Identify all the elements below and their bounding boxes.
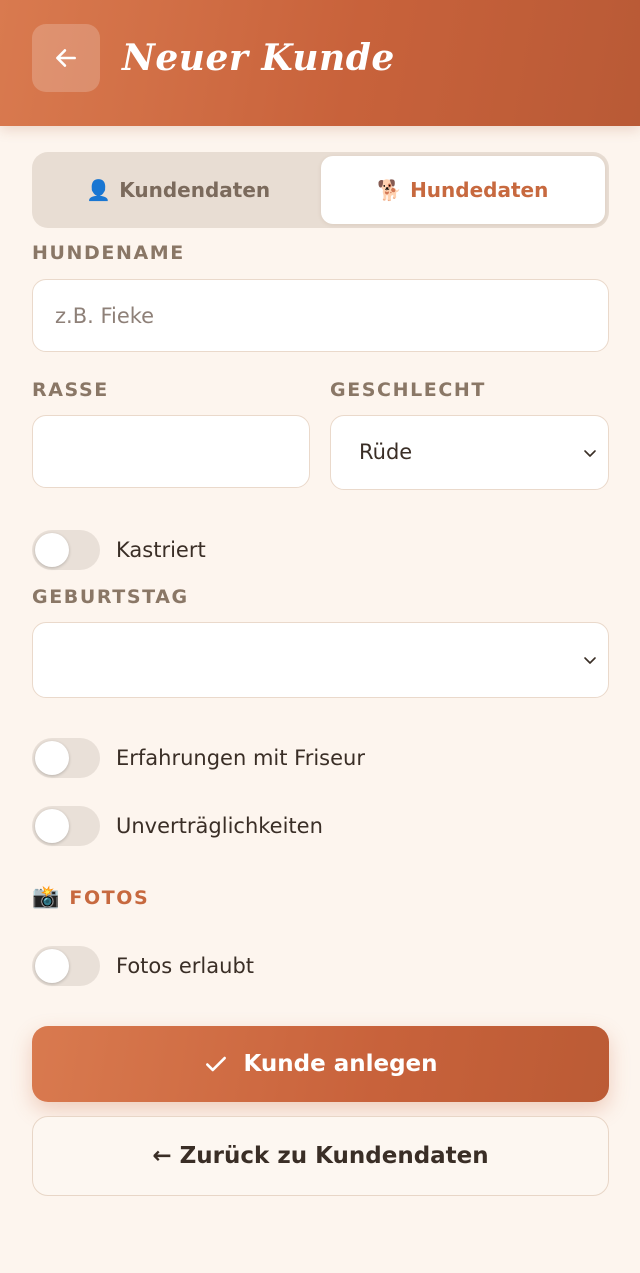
kastriert-label: Kastriert (116, 538, 206, 562)
camera-icon: 📸 (32, 885, 60, 910)
toggle-knob (35, 949, 69, 983)
check-icon (206, 1056, 227, 1072)
friseur-label: Erfahrungen mit Friseur (116, 746, 365, 770)
friseur-toggle[interactable] (32, 738, 100, 778)
kunde-anlegen-label: Kunde anlegen (243, 1051, 438, 1077)
tab-hundedaten[interactable]: 🐕 Hundedaten (320, 156, 605, 224)
rasse-input[interactable] (33, 416, 309, 487)
fotos-toggle[interactable] (32, 946, 100, 986)
tab-label: Hundedaten (410, 178, 549, 202)
dog-icon: 🐕 (377, 178, 403, 202)
geschlecht-select[interactable]: Rüde (330, 415, 609, 490)
page-title: Neuer Kunde (122, 37, 395, 79)
unvertraeglichkeiten-label: Unverträglichkeiten (116, 814, 323, 838)
chevron-down-icon (584, 449, 596, 457)
geburtstag-select[interactable] (32, 622, 609, 698)
tab-bar: 👤 Kundendaten 🐕 Hundedaten (32, 152, 609, 228)
chevron-down-icon (584, 657, 596, 664)
back-button[interactable] (32, 24, 100, 92)
arrow-left-icon (56, 49, 76, 67)
geschlecht-value: Rüde (359, 440, 413, 464)
zurueck-label: ← Zurück zu Kundendaten (152, 1143, 489, 1169)
hundename-field (32, 279, 609, 352)
toggle-knob (35, 809, 69, 843)
fotos-section-title: 📸 FOTOS (32, 885, 149, 910)
geburtstag-label: GEBURTSTAG (32, 586, 189, 608)
toggle-knob (35, 533, 69, 567)
unvertraeglichkeiten-row: Unverträglichkeiten (32, 806, 323, 846)
kunde-anlegen-button[interactable]: Kunde anlegen (32, 1026, 609, 1102)
person-icon: 👤 (86, 178, 112, 202)
fotos-label: Fotos erlaubt (116, 954, 255, 978)
geschlecht-label: GESCHLECHT (330, 379, 486, 401)
tab-kundendaten[interactable]: 👤 Kundendaten (36, 156, 321, 224)
rasse-field (32, 415, 310, 488)
zurueck-button[interactable]: ← Zurück zu Kundendaten (32, 1116, 609, 1196)
hundename-label: HUNDENAME (32, 242, 185, 264)
app-header: Neuer Kunde (0, 0, 640, 126)
fotos-row: Fotos erlaubt (32, 946, 254, 986)
friseur-row: Erfahrungen mit Friseur (32, 738, 365, 778)
fotos-title: FOTOS (69, 886, 150, 909)
hundename-input[interactable] (33, 280, 608, 351)
tab-label: Kundendaten (119, 178, 271, 202)
unvertraeglichkeiten-toggle[interactable] (32, 806, 100, 846)
toggle-knob (35, 741, 69, 775)
kastriert-row: Kastriert (32, 530, 206, 570)
kastriert-toggle[interactable] (32, 530, 100, 570)
rasse-label: RASSE (32, 379, 109, 401)
